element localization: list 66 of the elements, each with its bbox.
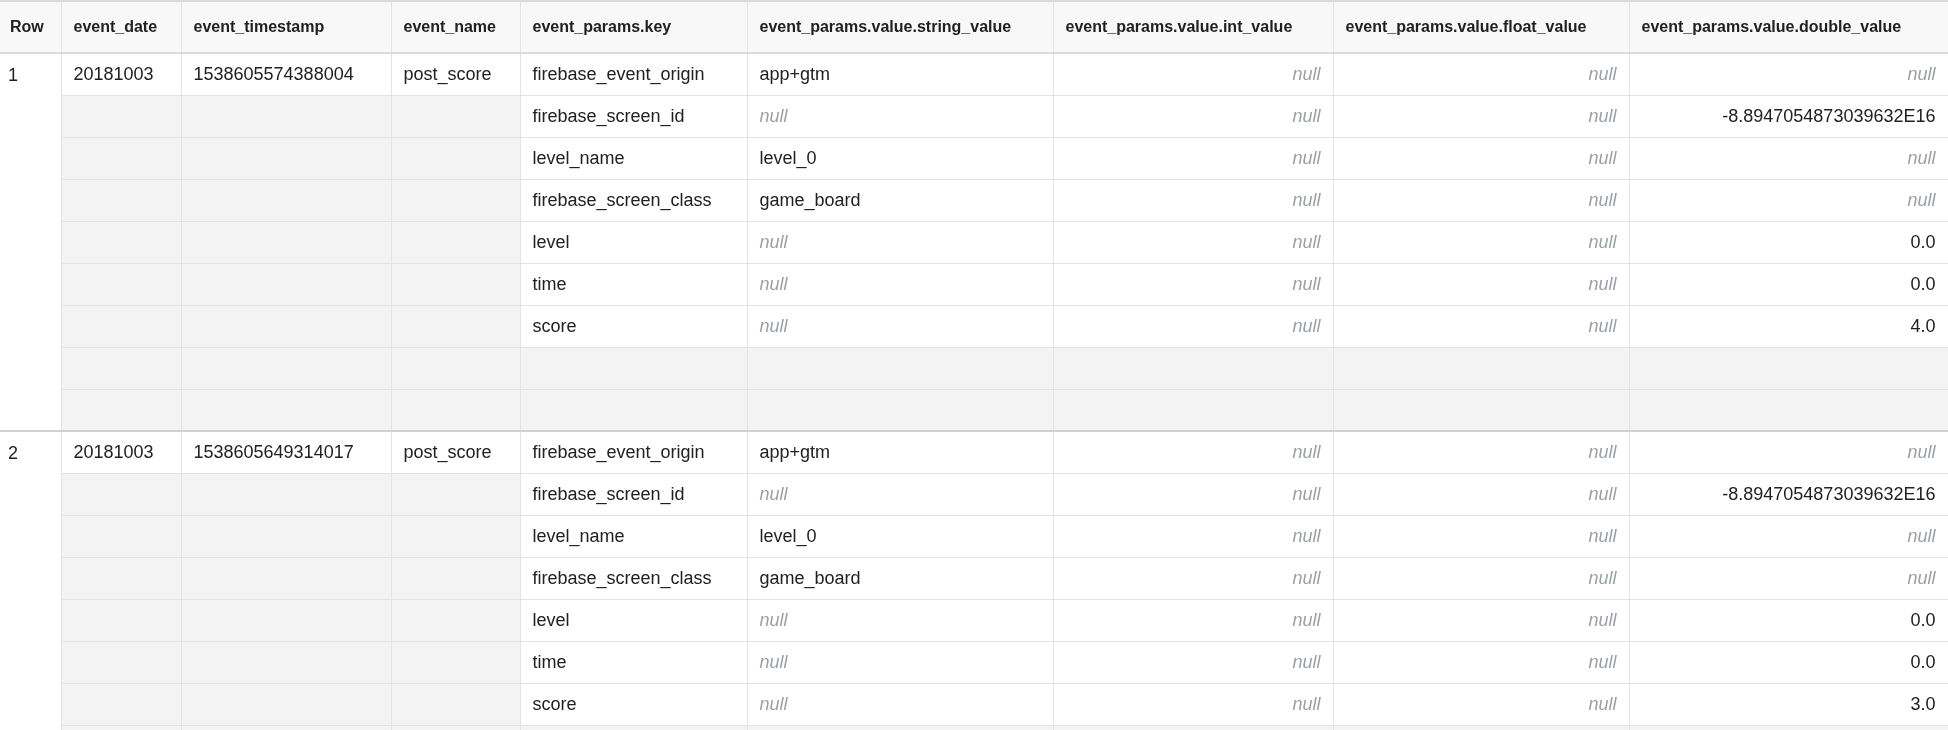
table-cell: null — [1053, 137, 1333, 179]
table-cell: null — [1053, 263, 1333, 305]
table-cell: null — [1053, 515, 1333, 557]
table-cell: null — [1333, 95, 1629, 137]
table-cell: null — [747, 263, 1053, 305]
column-header: event_params.value.string_value — [747, 1, 1053, 53]
table-cell: null — [1333, 515, 1629, 557]
table-cell: null — [1053, 473, 1333, 515]
table-cell: null — [747, 683, 1053, 725]
table-cell: null — [747, 599, 1053, 641]
table-cell: null — [1333, 557, 1629, 599]
table-cell: score — [520, 305, 747, 347]
table-cell: null — [747, 473, 1053, 515]
table-cell: null — [1333, 263, 1629, 305]
column-header: Row — [0, 1, 61, 53]
table-cell: null — [1333, 305, 1629, 347]
table-cell: level_name — [520, 137, 747, 179]
table-cell: null — [1333, 179, 1629, 221]
table-cell: firebase_screen_id — [520, 473, 747, 515]
table-cell: null — [1053, 53, 1333, 95]
table-cell: game_board — [747, 179, 1053, 221]
table-cell: null — [747, 221, 1053, 263]
table-cell: firebase_event_origin — [520, 53, 747, 95]
table-cell: null — [747, 305, 1053, 347]
table-cell: firebase_screen_id — [520, 95, 747, 137]
column-header: event_params.value.int_value — [1053, 1, 1333, 53]
table-cell: null — [1333, 137, 1629, 179]
column-header: event_date — [61, 1, 181, 53]
column-header: event_params.value.float_value — [1333, 1, 1629, 53]
table-cell: null — [747, 641, 1053, 683]
table-cell: null — [1333, 221, 1629, 263]
table-cell: null — [1053, 221, 1333, 263]
table-cell: score — [520, 683, 747, 725]
column-header: event_name — [391, 1, 520, 53]
table-cell: null — [1053, 683, 1333, 725]
table-cell: null — [1333, 599, 1629, 641]
table-cell: level_0 — [747, 137, 1053, 179]
table-cell: null — [1053, 557, 1333, 599]
table-cell: firebase_event_origin — [520, 431, 747, 473]
table-cell: level_0 — [747, 515, 1053, 557]
table-cell: null — [1333, 641, 1629, 683]
table-cell: level — [520, 599, 747, 641]
table-cell: time — [520, 263, 747, 305]
table-cell: time — [520, 641, 747, 683]
table-cell: level_name — [520, 515, 747, 557]
table-cell: null — [1053, 431, 1333, 473]
table-cell: null — [1333, 683, 1629, 725]
column-header: event_timestamp — [181, 1, 391, 53]
table-cell: null — [1053, 641, 1333, 683]
table-cell: app+gtm — [747, 431, 1053, 473]
table-cell: null — [1333, 431, 1629, 473]
table-cell: null — [1053, 305, 1333, 347]
table-cell: null — [1053, 95, 1333, 137]
table-cell: null — [1053, 179, 1333, 221]
table-cell: null — [747, 95, 1053, 137]
table-cell: null — [1629, 431, 1948, 473]
table-cell: firebase_screen_class — [520, 179, 747, 221]
table-cell: firebase_screen_class — [520, 557, 747, 599]
table-cell: null — [1333, 53, 1629, 95]
table-cell: game_board — [747, 557, 1053, 599]
table-cell: null — [1333, 473, 1629, 515]
table-cell: level — [520, 221, 747, 263]
table-cell: app+gtm — [747, 53, 1053, 95]
column-header: event_params.key — [520, 1, 747, 53]
table-cell: null — [1053, 599, 1333, 641]
column-header: event_params.value.double_value — [1629, 1, 1948, 53]
